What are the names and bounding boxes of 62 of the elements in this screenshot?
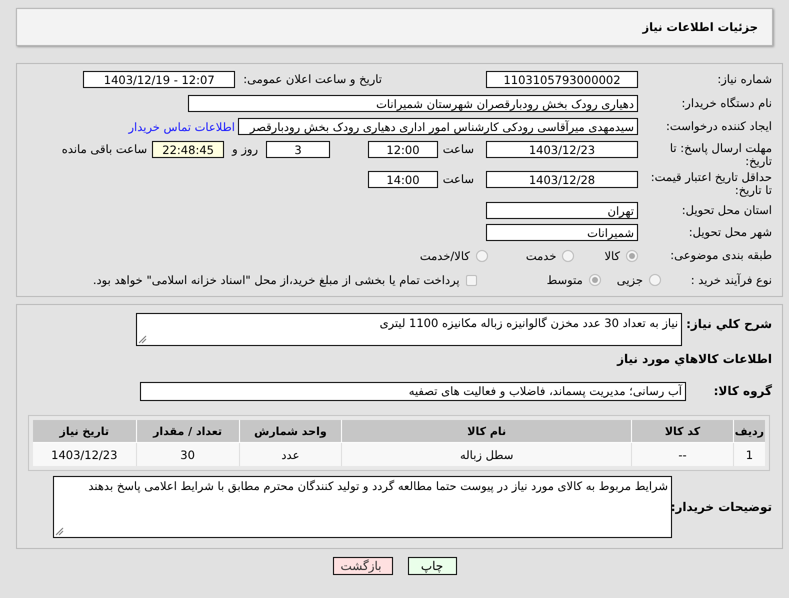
column-header: ردیف	[733, 418, 767, 442]
column-header: کد کالا	[632, 418, 734, 442]
field-label: مهلت ارسال پاسخ: تا تاریخ:	[668, 142, 772, 168]
radio-button[interactable]	[588, 274, 601, 286]
time-label: ساعت	[442, 142, 474, 156]
days-field: 3	[266, 141, 330, 158]
table-cell: 1	[733, 442, 767, 468]
validity-date-field: 1403/12/28	[486, 171, 638, 188]
announce-date-field: 1403/12/19 - 12:07	[83, 71, 236, 88]
print-button[interactable]: چاپ	[408, 557, 456, 575]
field-label: طبقه بندی موضوعی:	[669, 249, 772, 262]
requester-field: سیدمهدی میرآقاسی رودکی کارشناس امور اداری دهیاری رودک بخش رودبارقصر	[238, 118, 638, 135]
column-header: تاریخ نیاز	[31, 418, 136, 442]
remaining-label: ساعت باقی مانده	[62, 142, 148, 156]
field-label: شرح کلي نياز:	[686, 317, 772, 331]
column-header: نام کالا	[342, 418, 632, 442]
column-header: واحد شمارش	[239, 418, 342, 442]
time-label: ساعت	[442, 172, 474, 186]
contact-link[interactable]: اطلاعات تماس خریدار	[128, 120, 235, 134]
days-label: روز و	[232, 142, 258, 156]
radio-button[interactable]	[626, 250, 638, 262]
field-label: ایجاد کننده درخواست:	[665, 120, 772, 133]
option-label: کالا	[604, 248, 620, 262]
field-label: حداقل تاریخ اعتبار قیمت: تا تاریخ:	[650, 171, 772, 197]
resize-grip-icon[interactable]	[138, 335, 148, 344]
table-cell: سطل زباله	[342, 442, 632, 468]
radio-button[interactable]	[562, 250, 574, 262]
field-label: شهر محل تحویل:	[688, 226, 772, 238]
need-number-field: 1103105793000002	[486, 71, 638, 88]
table-cell: 1403/12/23	[31, 442, 136, 468]
column-header: تعداد / مقدار	[136, 418, 240, 442]
back-button[interactable]: بازگشت	[332, 557, 392, 575]
table-cell: 30	[136, 442, 240, 468]
buyer-org-field: دهیاری رودک بخش رودبارقصران شهرستان شمیرانات	[188, 94, 638, 112]
validity-time-field: 14:00	[368, 171, 438, 188]
section-heading: اطلاعات کالاهاي مورد نياز	[616, 352, 772, 366]
description-field: نیاز به تعداد 30 عدد مخزن گالوانیزه زباله مکانیزه 1100 لیتری	[136, 313, 682, 346]
reply-date-field: 1403/12/23	[486, 141, 638, 158]
reply-time-field: 12:00	[368, 141, 438, 158]
field-label: نوع فرآیند خرید :	[690, 274, 772, 286]
table-cell: --	[632, 442, 734, 468]
table-cell: عدد	[239, 442, 342, 468]
buyer-notes-field: شرایط مربوط به کالای مورد نیاز در پیوست حتما مطالعه گردد و تولید کنندگان محترم مطابق با شرایط اعلامی پاسخ بدهند	[53, 476, 672, 538]
option-label: خدمت	[526, 248, 556, 262]
field-label: گروه کالا:	[712, 384, 772, 398]
field-label: نام دستگاه خریدار:	[680, 96, 772, 110]
field-label: شماره نیاز:	[716, 73, 772, 86]
city-field: شمیرانات	[486, 224, 638, 240]
remaining-time-field: 22:48:45	[152, 141, 224, 158]
radio-button[interactable]	[476, 250, 488, 262]
option-label: کالا/خدمت	[420, 248, 470, 262]
payment-note: پرداخت تمام یا بخشی از مبلغ خرید،از محل "اسناد خزانه اسلامی" خواهد بود.	[92, 273, 460, 287]
province-field: تهران	[486, 202, 638, 218]
field-label: استان محل تحویل:	[680, 204, 772, 216]
checkbox[interactable]	[466, 274, 477, 286]
goods-group-field: آب رسانی؛ مدیریت پسماند، فاضلاب و فعالیت های تصفیه	[140, 382, 686, 400]
field-label: تاریخ و ساعت اعلان عمومی:	[243, 73, 382, 86]
option-label: جزیی	[616, 273, 643, 287]
radio-button[interactable]	[649, 274, 661, 286]
option-label: متوسط	[546, 273, 583, 287]
page-title: جزئیات اطلاعات نیاز	[642, 20, 758, 34]
resize-grip-icon[interactable]	[55, 527, 64, 536]
